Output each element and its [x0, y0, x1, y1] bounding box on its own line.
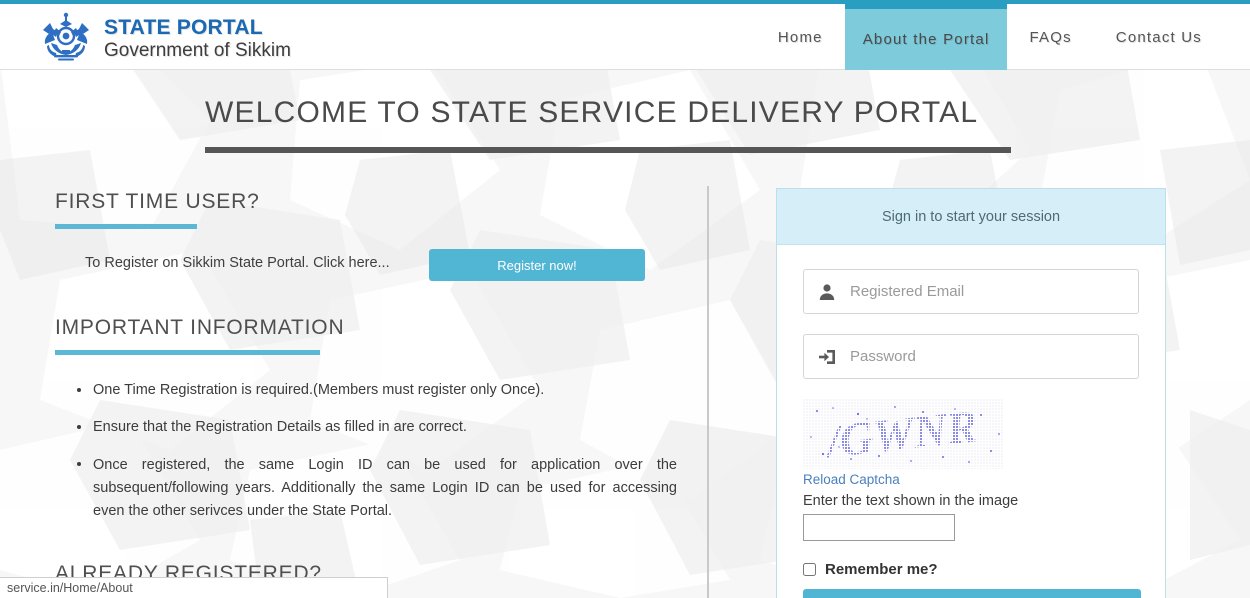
browser-status-bar: service.in/Home/About [0, 577, 388, 598]
login-form: /GWNR [777, 245, 1165, 598]
register-now-button[interactable]: Register now! [429, 249, 645, 281]
main-navigation: Home About the Portal FAQs Contact Us [756, 4, 1250, 70]
column-divider [707, 186, 709, 598]
list-item: One Time Registration is required.(Membe… [55, 380, 695, 401]
brand-logo[interactable]: STATE PORTAL Government of Sikkim [38, 10, 291, 64]
left-content-column: FIRST TIME USER? To Register on Sikkim S… [55, 190, 695, 598]
first-time-user-rule [55, 224, 197, 229]
brand-subtitle: Government of Sikkim [104, 39, 291, 61]
captcha-input[interactable] [803, 514, 955, 541]
nav-item-faqs[interactable]: FAQs [1007, 4, 1093, 70]
page-title: WELCOME TO STATE SERVICE DELIVERY PORTAL [205, 96, 979, 129]
page-root: STATE PORTAL Government of Sikkim Home A… [0, 0, 1250, 598]
page-title-rule [205, 147, 1011, 153]
remember-me-row[interactable]: Remember me? [803, 561, 1139, 578]
sign-in-arrow-icon [804, 348, 850, 366]
remember-me-label[interactable]: Remember me? [825, 561, 938, 578]
password-field-wrapper[interactable] [803, 334, 1139, 379]
register-row: To Register on Sikkim State Portal. Clic… [55, 249, 695, 283]
remember-me-checkbox[interactable] [803, 563, 816, 576]
nav-item-home[interactable]: Home [756, 4, 845, 70]
sikkim-state-emblem-icon [43, 12, 89, 61]
register-instruction-text: To Register on Sikkim State Portal. Clic… [85, 255, 390, 271]
important-information-list: One Time Registration is required.(Membe… [55, 380, 695, 524]
captcha-instruction-label: Enter the text shown in the image [803, 493, 1019, 509]
list-item: Once registered, the same Login ID can b… [55, 454, 677, 524]
important-information-block: IMPORTANT INFORMATION [55, 316, 695, 355]
brand-title: STATE PORTAL [104, 15, 263, 39]
site-header: STATE PORTAL Government of Sikkim Home A… [0, 4, 1250, 70]
list-item: Ensure that the Registration Details as … [55, 417, 695, 438]
nav-item-about-the-portal[interactable]: About the Portal [844, 4, 1008, 70]
top-accent-strip [0, 0, 1250, 4]
login-panel: Sign in to start your session Registered… [776, 188, 1166, 598]
sign-in-button[interactable]: Sign In [803, 589, 1141, 598]
first-time-user-heading: FIRST TIME USER? [55, 190, 260, 213]
important-information-rule [55, 350, 320, 355]
email-field-wrapper[interactable] [803, 269, 1139, 314]
login-panel-title: Sign in to start your session [777, 189, 1165, 245]
captcha-image: /GWNR [803, 399, 1003, 469]
nav-item-contact-us[interactable]: Contact Us [1094, 4, 1250, 70]
page-title-block: WELCOME TO STATE SERVICE DELIVERY PORTAL [205, 96, 1013, 153]
reload-captcha-link[interactable]: Reload Captcha [803, 472, 1139, 487]
email-input[interactable] [850, 283, 1138, 300]
user-icon [804, 283, 850, 301]
status-bar-url: service.in/Home/About [7, 581, 133, 595]
password-input[interactable] [850, 348, 1138, 365]
important-information-heading: IMPORTANT INFORMATION [55, 316, 345, 339]
